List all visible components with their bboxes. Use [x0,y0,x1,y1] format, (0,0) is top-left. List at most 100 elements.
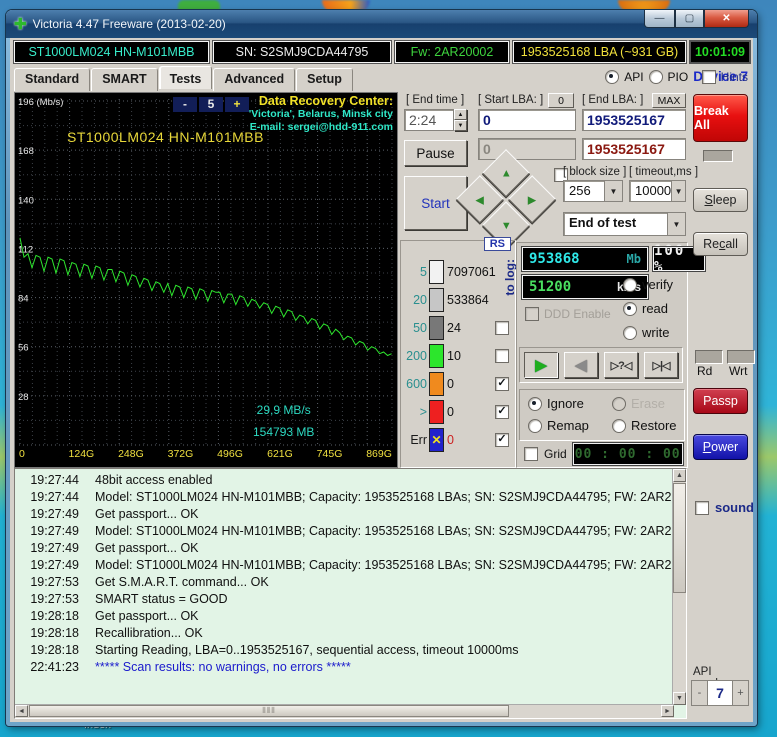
minimize-button[interactable]: — [644,10,675,28]
scroll-right-icon[interactable]: ► [661,705,674,717]
end-action-dropdown[interactable]: End of test ▼ [563,212,686,236]
sound-label: sound [715,500,754,515]
restore-radio[interactable] [612,418,626,433]
tab-tests[interactable]: Tests [158,66,213,89]
zoom-plus-button[interactable]: + [225,97,249,112]
grid-label: Grid [544,447,567,461]
ignore-radio[interactable] [528,396,542,411]
app-plus-icon: ✚ [14,16,27,33]
to-log-checkbox[interactable] [495,349,509,363]
ddd-enable-group: DDD Enable [525,307,611,321]
tab-smart[interactable]: SMART [91,68,158,91]
log-entry: 19:27:49 Get passport... OK [15,541,672,558]
scan-end-button[interactable]: ▷|◁ [644,352,678,378]
chevron-down-icon[interactable]: ▼ [604,181,622,201]
zoom-minus-button[interactable]: - [173,97,197,112]
erase-label: Erase [631,396,665,411]
vscroll-thumb[interactable] [673,483,686,593]
write-radio[interactable] [623,325,637,340]
pause-button[interactable]: Pause [404,140,467,166]
chevron-down-icon[interactable]: ▼ [671,181,685,201]
back-icon: ◀ [575,357,587,374]
write-led [727,350,755,364]
end-lba-field[interactable]: 1953525167 [582,109,686,131]
end-time-field[interactable]: 2:24 [404,109,454,131]
chevron-down-icon[interactable]: ▼ [667,213,685,235]
verify-radio[interactable] [623,277,637,292]
drive-serial-panel: SN: S2SMJ9CDA44795 [212,40,392,64]
scan-question-button[interactable]: ▷?◁ [604,352,638,378]
graph-annotation: 29,9 MB/s 154793 MB [253,399,314,443]
play-button[interactable]: ▶ [524,352,558,378]
sleep-button[interactable]: Sleep [693,188,748,212]
to-log-checkbox[interactable]: ✓ [495,405,509,419]
end-time-spinner[interactable]: ▲ ▼ [454,109,467,131]
to-log-checkbox[interactable]: ✓ [495,433,509,447]
power-button[interactable]: Power [693,434,748,460]
tab-setup[interactable]: Setup [296,68,353,91]
power-rest: ower [711,440,739,454]
clock-panel: 10:01:09 [689,40,751,64]
api-radio[interactable] [605,69,620,84]
stat-count: 0 [447,377,454,391]
current-position-label: 154793 MB [253,425,315,439]
stat-count: 7097061 [447,265,496,279]
tab-standard[interactable]: Standard [14,68,91,91]
to-log-checkbox[interactable]: ✓ [495,377,509,391]
grid-checkbox[interactable] [524,447,538,461]
log-entry: 22:41:23 ***** Scan results: no warnings,… [15,660,672,677]
stat-color-block [429,400,444,424]
passport-button[interactable]: Passp [693,388,748,414]
start-lba-zero-button[interactable]: 0 [548,93,574,108]
window-titlebar[interactable]: ✚ Victoria 4.47 Freeware (2013-02-20) — … [6,10,757,38]
log-horizontal-scrollbar[interactable]: ◄ ⦀⦀⦀ ► [15,704,674,718]
timeout-dropdown[interactable]: 10000 ▼ [629,180,686,202]
rs-button[interactable]: RS [483,237,511,251]
recall-button[interactable]: Recall [693,232,748,256]
start-lba-field[interactable]: 0 [478,109,576,131]
hscroll-thumb[interactable]: ⦀⦀⦀ [29,705,509,717]
end-lba-max-button[interactable]: MAX [652,93,686,108]
action-remap[interactable]: Remap [528,418,589,433]
log-timestamp: 19:27:44 [30,473,79,487]
sleep-rest: leep [712,193,737,207]
scroll-down-icon[interactable]: ▼ [673,692,686,705]
tab-advanced[interactable]: Advanced [213,68,296,91]
spin-up-icon[interactable]: ▲ [454,109,467,120]
drc-location: 'Victoria', Belarus, Minsk city [248,108,393,120]
close-button[interactable]: ✕ [704,10,749,28]
maximize-button[interactable]: ▢ [675,10,704,28]
start-lba-label: [ Start LBA: ] [478,94,544,106]
action-restore[interactable]: Restore [612,418,677,433]
x-tick-label: 496G [217,448,243,460]
remap-radio[interactable] [528,418,542,433]
api-label: API [624,69,644,84]
stat-row-20: 20 533864 [401,287,515,313]
end-lba-label: [ End LBA: ] [582,94,644,106]
recall-pre: Re [703,237,720,251]
mode-write[interactable]: write [623,325,669,340]
mode-read[interactable]: read [623,301,668,316]
api-plus-button[interactable]: + [732,680,749,706]
action-ignore[interactable]: Ignore [528,396,584,411]
stat-label: 600 [406,377,427,391]
log-vertical-scrollbar[interactable]: ▲ ▼ [672,469,686,705]
log-message: Get passport... OK [95,507,199,521]
remap-label: Remap [547,418,589,433]
speed-graph: 196 (Mb/s) 168 140 112 84 56 28 0 124G 248G 372G 49… [14,92,398,468]
read-radio[interactable] [623,301,637,316]
sound-checkbox[interactable] [695,500,709,515]
block-size-dropdown[interactable]: 256 ▼ [563,180,623,202]
mode-verify[interactable]: verify [623,277,673,292]
break-all-button[interactable]: Break All [693,94,748,142]
to-log-checkbox[interactable] [495,321,509,335]
log-timestamp: 19:27:49 [30,558,79,572]
back-button[interactable]: ◀ [564,352,598,378]
scroll-left-icon[interactable]: ◄ [15,705,28,717]
pio-radio[interactable] [648,69,663,84]
api-minus-button[interactable]: - [691,680,708,706]
hints-checkbox[interactable] [701,70,716,84]
spin-down-icon[interactable]: ▼ [454,120,467,131]
log-entry: 19:28:18 Starting Reading, LBA=0..1953525… [15,643,672,660]
scroll-up-icon[interactable]: ▲ [673,469,686,482]
